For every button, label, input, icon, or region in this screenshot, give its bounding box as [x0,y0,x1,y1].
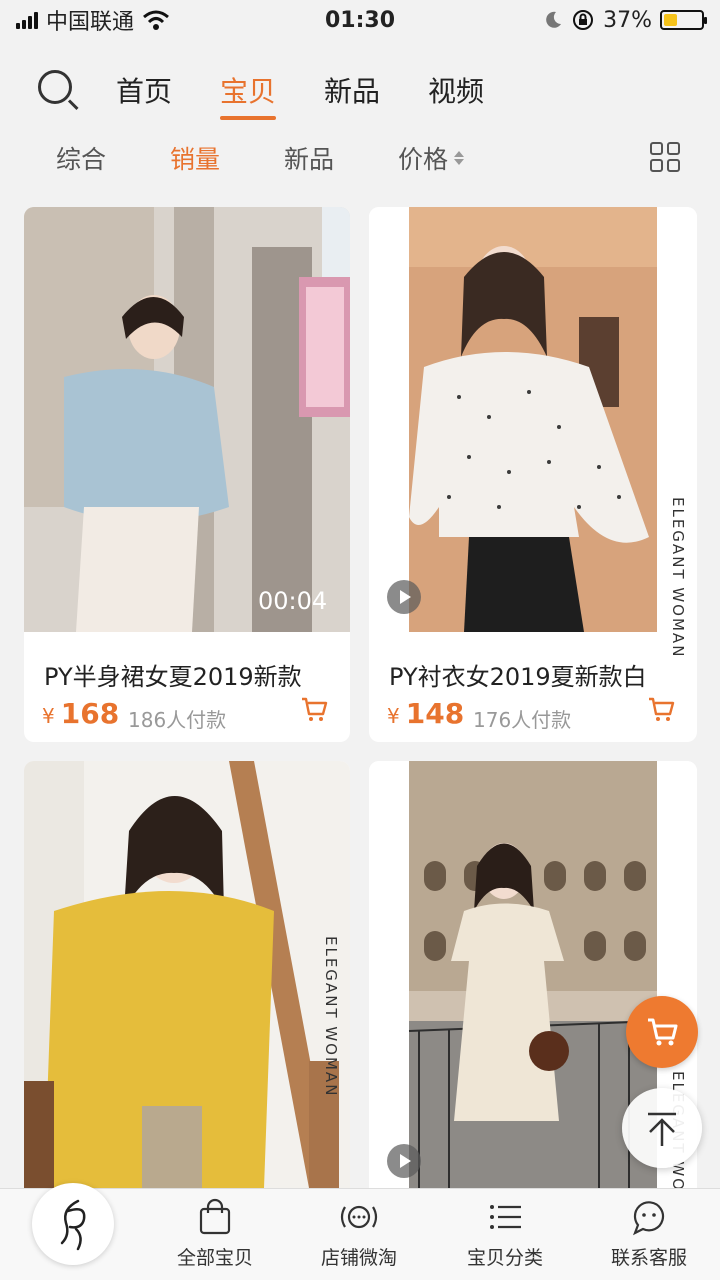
sort-price[interactable]: 价格 [398,140,465,176]
price-value: 148 [405,697,465,730]
product-image [24,761,350,1188]
nav-all-products[interactable]: 全部宝贝 [160,1197,270,1270]
battery-icon [660,10,707,30]
top-nav: 首页 宝贝 新品 视频 [0,60,720,120]
floating-cart-button[interactable] [626,996,698,1068]
sort-bar: 综合 销量 新品 价格 [0,136,720,180]
arrow-up-icon [648,1112,676,1146]
currency-symbol: ¥ [42,704,55,728]
product-image [24,207,350,632]
nav-label: 联系客服 [610,1247,687,1269]
cart-icon [648,1018,678,1046]
tab-home[interactable]: 首页 [116,70,172,110]
sort-price-label: 价格 [398,145,449,174]
search-icon[interactable] [36,68,80,112]
currency-symbol: ¥ [387,704,400,728]
grid-view-icon[interactable] [650,142,680,172]
store-logo[interactable] [32,1183,114,1265]
broadcast-icon [340,1205,378,1229]
add-to-cart-icon[interactable] [300,695,328,723]
sort-overall[interactable]: 综合 [56,140,106,176]
product-title: PY衬衣女2019夏新款白 [389,663,647,691]
add-to-cart-icon[interactable] [647,695,675,723]
product-card[interactable]: ELEGANT WOMAN PY衬衣女2019夏新款白 ¥ 148 176人付款 [369,207,697,742]
rotation-lock-icon [573,10,594,30]
paid-count: 176人付款 [473,708,572,732]
product-card[interactable]: ELEGANT WOMAN [24,761,350,1201]
nav-store-feed[interactable]: 店铺微淘 [304,1197,414,1270]
brand-watermark: ELEGANT WOMAN [669,497,687,659]
product-image [369,207,697,632]
tab-products[interactable]: 宝贝 [220,70,277,120]
product-price: ¥ 168 [42,697,119,730]
signal-icon [16,11,38,29]
nav-categories[interactable]: 宝贝分类 [450,1197,560,1270]
status-bar: 中国联通 01:30 37% [0,0,720,40]
price-value: 168 [60,697,120,730]
shopping-bag-icon [199,1198,231,1235]
brand-logo-icon [60,1199,86,1251]
tab-video[interactable]: 视频 [428,70,484,110]
carrier-label: 中国联通 [46,10,135,35]
wifi-icon [143,10,169,30]
nav-customer-service[interactable]: 联系客服 [594,1197,704,1270]
battery-percent: 37% [603,7,652,33]
sort-arrows-icon [454,151,465,165]
chat-face-icon [632,1201,665,1236]
product-card[interactable]: 00:04 PY半身裙女夏2019新款 ¥ 168 186人付款 [24,207,350,742]
product-title: PY半身裙女夏2019新款 [44,663,302,691]
play-icon[interactable] [387,580,421,614]
sort-sales[interactable]: 销量 [170,140,220,176]
brand-watermark: ELEGANT WOMAN [322,936,340,1098]
moon-icon [546,11,562,28]
nav-label: 全部宝贝 [176,1247,253,1269]
paid-count: 186人付款 [128,708,227,732]
list-icon [490,1205,521,1229]
video-duration: 00:04 [258,587,328,615]
sort-new[interactable]: 新品 [284,140,334,176]
nav-label: 宝贝分类 [466,1247,543,1269]
nav-label: 店铺微淘 [320,1247,397,1269]
tab-new[interactable]: 新品 [324,70,380,110]
back-to-top-button[interactable] [622,1088,702,1168]
play-icon[interactable] [387,1144,421,1178]
bottom-nav: 全部宝贝 店铺微淘 宝贝分类 联系客服 [0,1183,720,1280]
product-price: ¥ 148 [387,697,464,730]
